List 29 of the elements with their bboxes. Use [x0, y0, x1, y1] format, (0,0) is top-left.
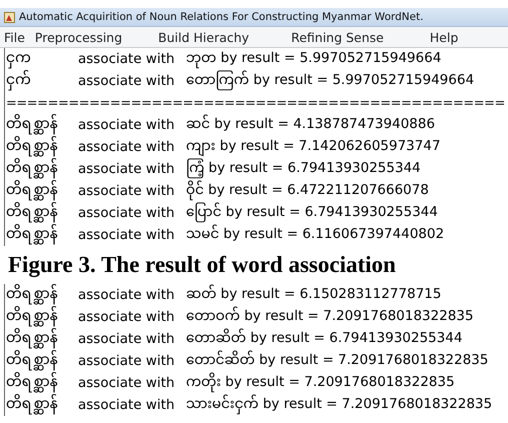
figure-caption: Figure 3. The result of word association	[7, 251, 397, 280]
relation-label: associate with	[78, 397, 176, 413]
relation-label: associate with	[78, 375, 176, 391]
relation-label: associate with	[78, 161, 176, 177]
menu-item[interactable]: Help	[430, 30, 458, 44]
relation-label: associate with	[78, 309, 176, 325]
relation-label: associate with	[78, 73, 176, 89]
association-result: ဆင် by result = 4.138787473940886	[186, 114, 435, 134]
menu-item[interactable]: Refining Sense	[291, 30, 384, 44]
app-icon	[4, 12, 15, 22]
relation-label: associate with	[78, 287, 176, 303]
window-title: Automatic Acquirition of Noun Relations For Constructing Myanmar WordNet.	[19, 11, 424, 23]
menu-item[interactable]: File	[4, 30, 25, 44]
association-result: သမင် by result = 6.116067397440802	[186, 224, 444, 244]
relation-label: associate with	[78, 331, 176, 347]
menu-item[interactable]: Build Hierachy	[158, 30, 250, 44]
relation-label: associate with	[78, 353, 176, 369]
relation-label: associate with	[78, 183, 176, 199]
separator-line: ================================================	[6, 96, 505, 110]
association-result: တောင်ဆိတ် by result = 7.2091768018322835	[186, 350, 488, 370]
relation-label: associate with	[78, 205, 176, 221]
association-result: ဆတ် by result = 6.150283112778715	[186, 284, 442, 304]
menu-item[interactable]: Preprocessing	[34, 30, 122, 44]
relation-label: associate with	[78, 227, 176, 243]
association-result: တောဆိတ် by result = 6.79413930255344	[186, 328, 462, 348]
association-result: တောဝက် by result = 7.2091768018322835	[186, 306, 474, 326]
relation-label: associate with	[78, 117, 176, 133]
relation-label: associate with	[78, 51, 176, 67]
relation-label: associate with	[78, 139, 176, 155]
